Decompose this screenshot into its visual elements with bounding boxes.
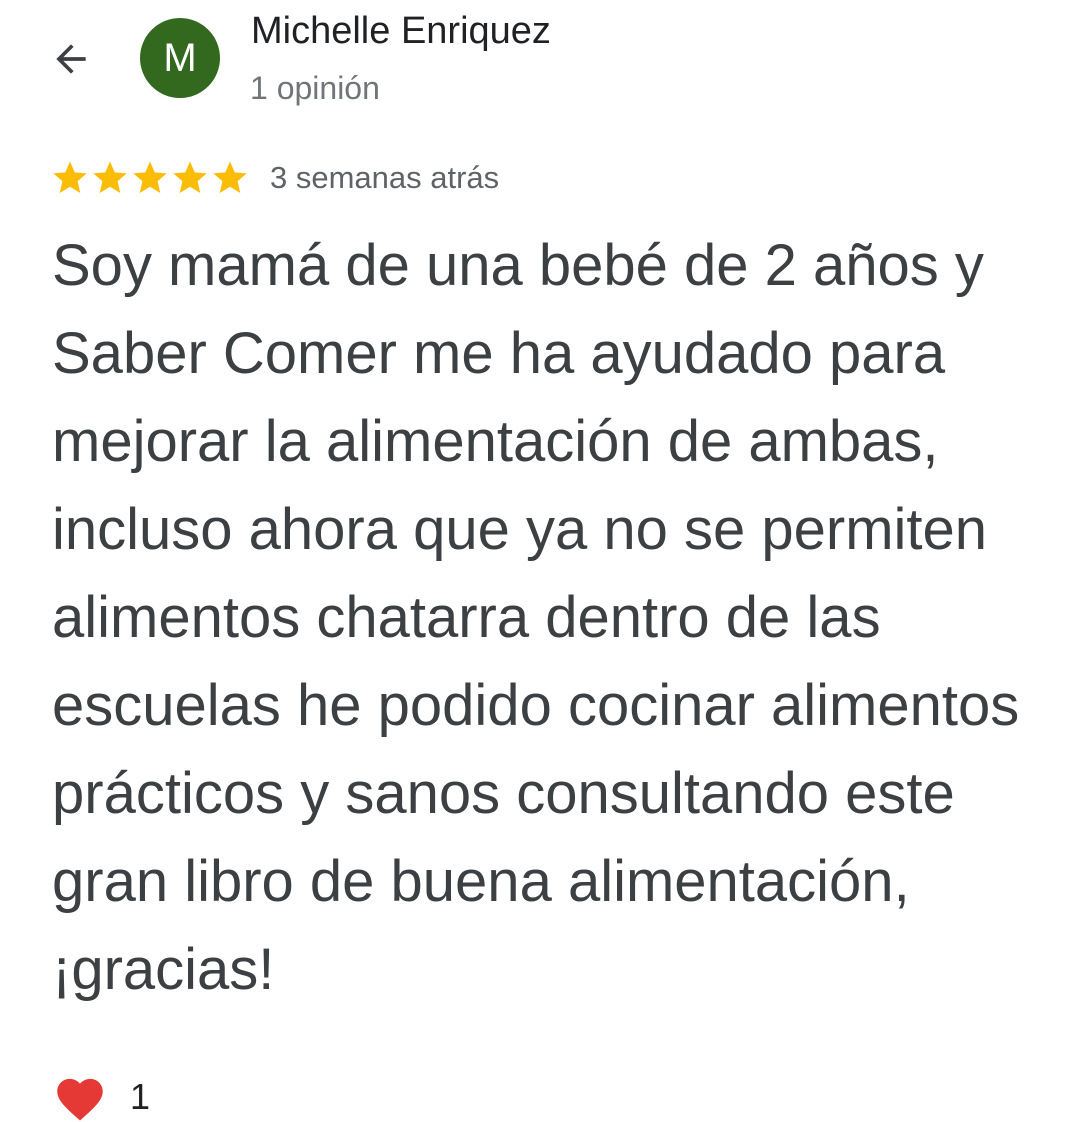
avatar[interactable]: M (140, 18, 220, 98)
star-icon (93, 161, 127, 193)
reviewer-review-count: 1 opinión (250, 70, 380, 106)
review-header: M Michelle Enriquez 1 opinión (0, 0, 1080, 130)
star-icon (133, 161, 167, 193)
arrow-back-icon (56, 44, 86, 74)
star-icon (213, 161, 247, 193)
star-icon (173, 161, 207, 193)
avatar-initial: M (163, 36, 197, 80)
review-date: 3 semanas atrás (270, 160, 500, 195)
review-text: Soy mamá de una bebé de 2 años y Saber C… (52, 233, 1020, 1002)
reviewer-name[interactable]: Michelle Enriquez (251, 10, 551, 53)
star-icon (53, 161, 87, 193)
reaction-count: 1 (130, 1076, 151, 1117)
rating-row: 3 semanas atrás (50, 155, 499, 201)
star-rating (50, 158, 250, 198)
back-button[interactable] (46, 34, 96, 84)
